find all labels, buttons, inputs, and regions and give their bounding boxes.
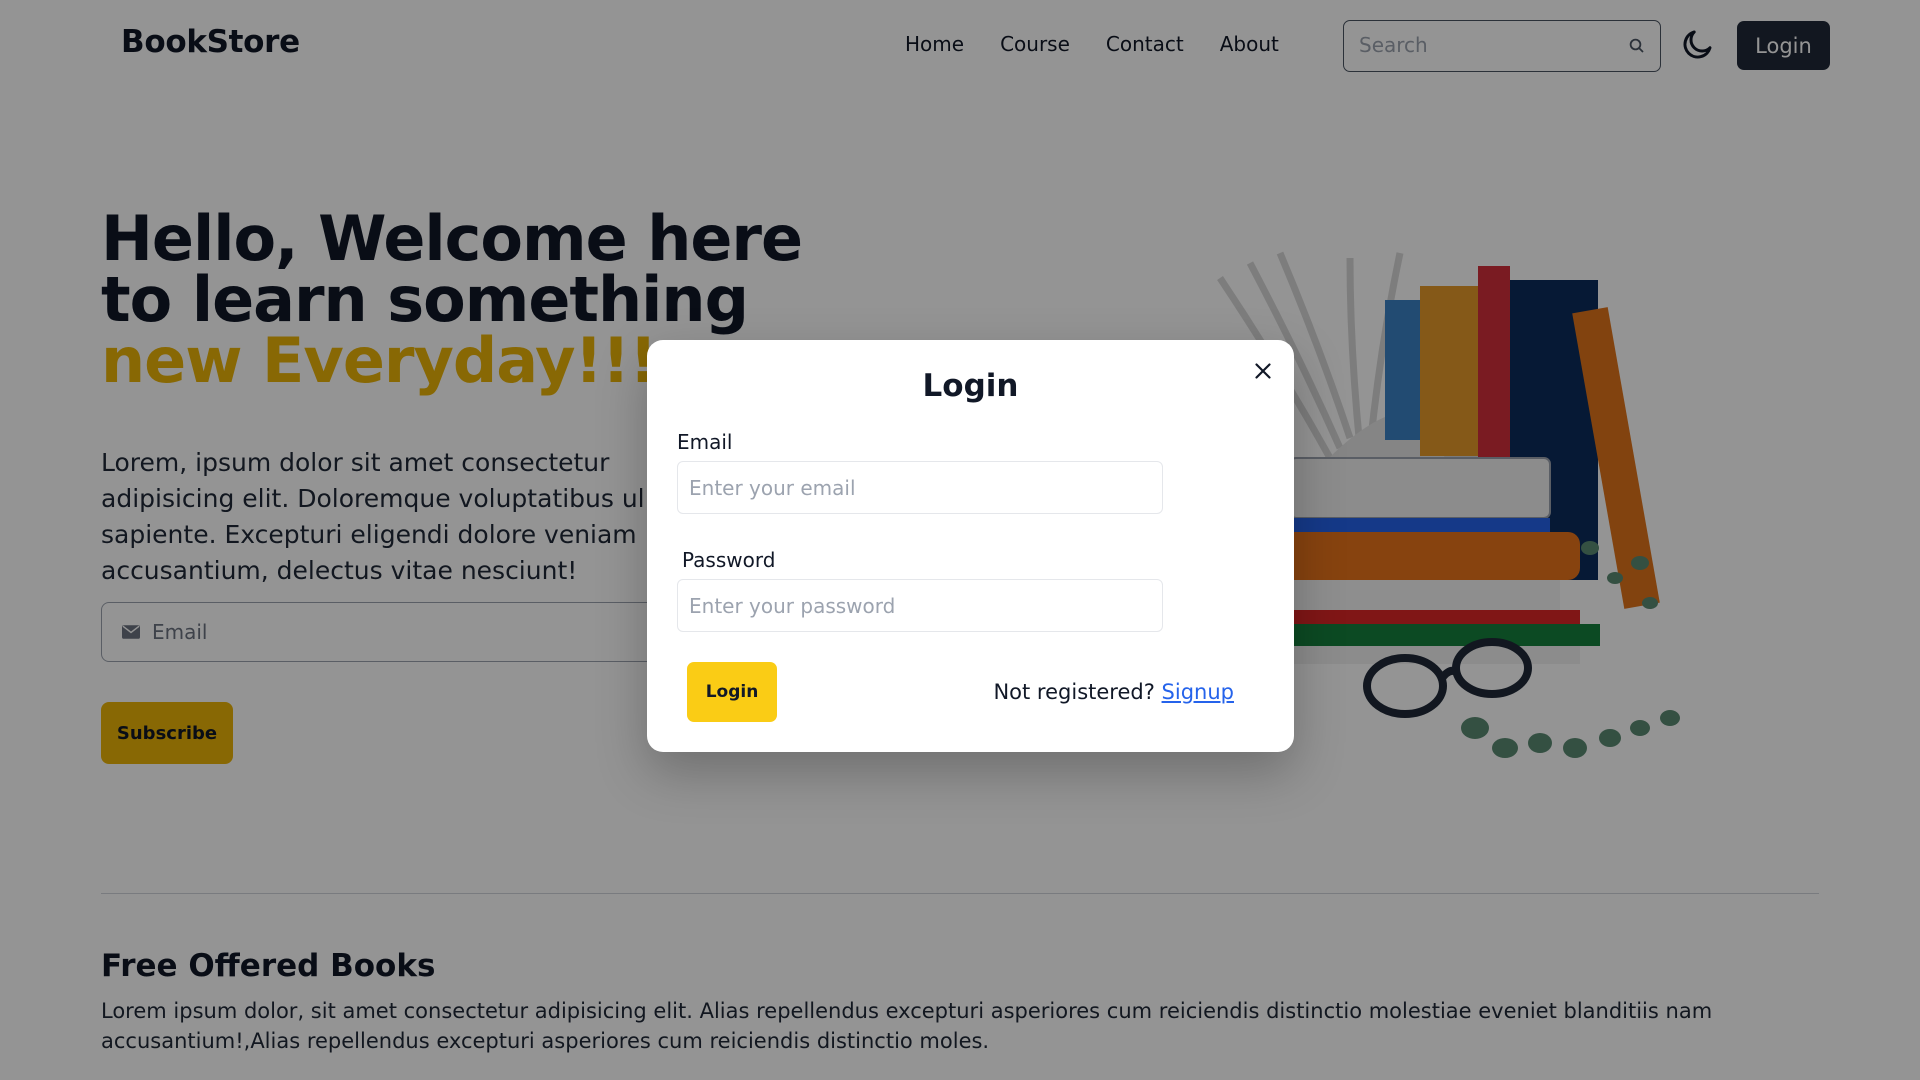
email-field[interactable] xyxy=(677,461,1163,514)
email-label: Email xyxy=(677,430,733,454)
signup-link[interactable]: Signup xyxy=(1162,680,1234,704)
password-label: Password xyxy=(682,548,776,572)
modal-title: Login xyxy=(922,368,1019,404)
close-icon[interactable] xyxy=(1250,358,1276,384)
register-prompt: Not registered? Signup xyxy=(993,680,1234,704)
login-modal: Login Email Password Login Not registere… xyxy=(647,340,1294,752)
modal-login-button[interactable]: Login xyxy=(687,662,777,722)
register-text: Not registered? xyxy=(993,680,1155,704)
password-field[interactable] xyxy=(677,579,1163,632)
